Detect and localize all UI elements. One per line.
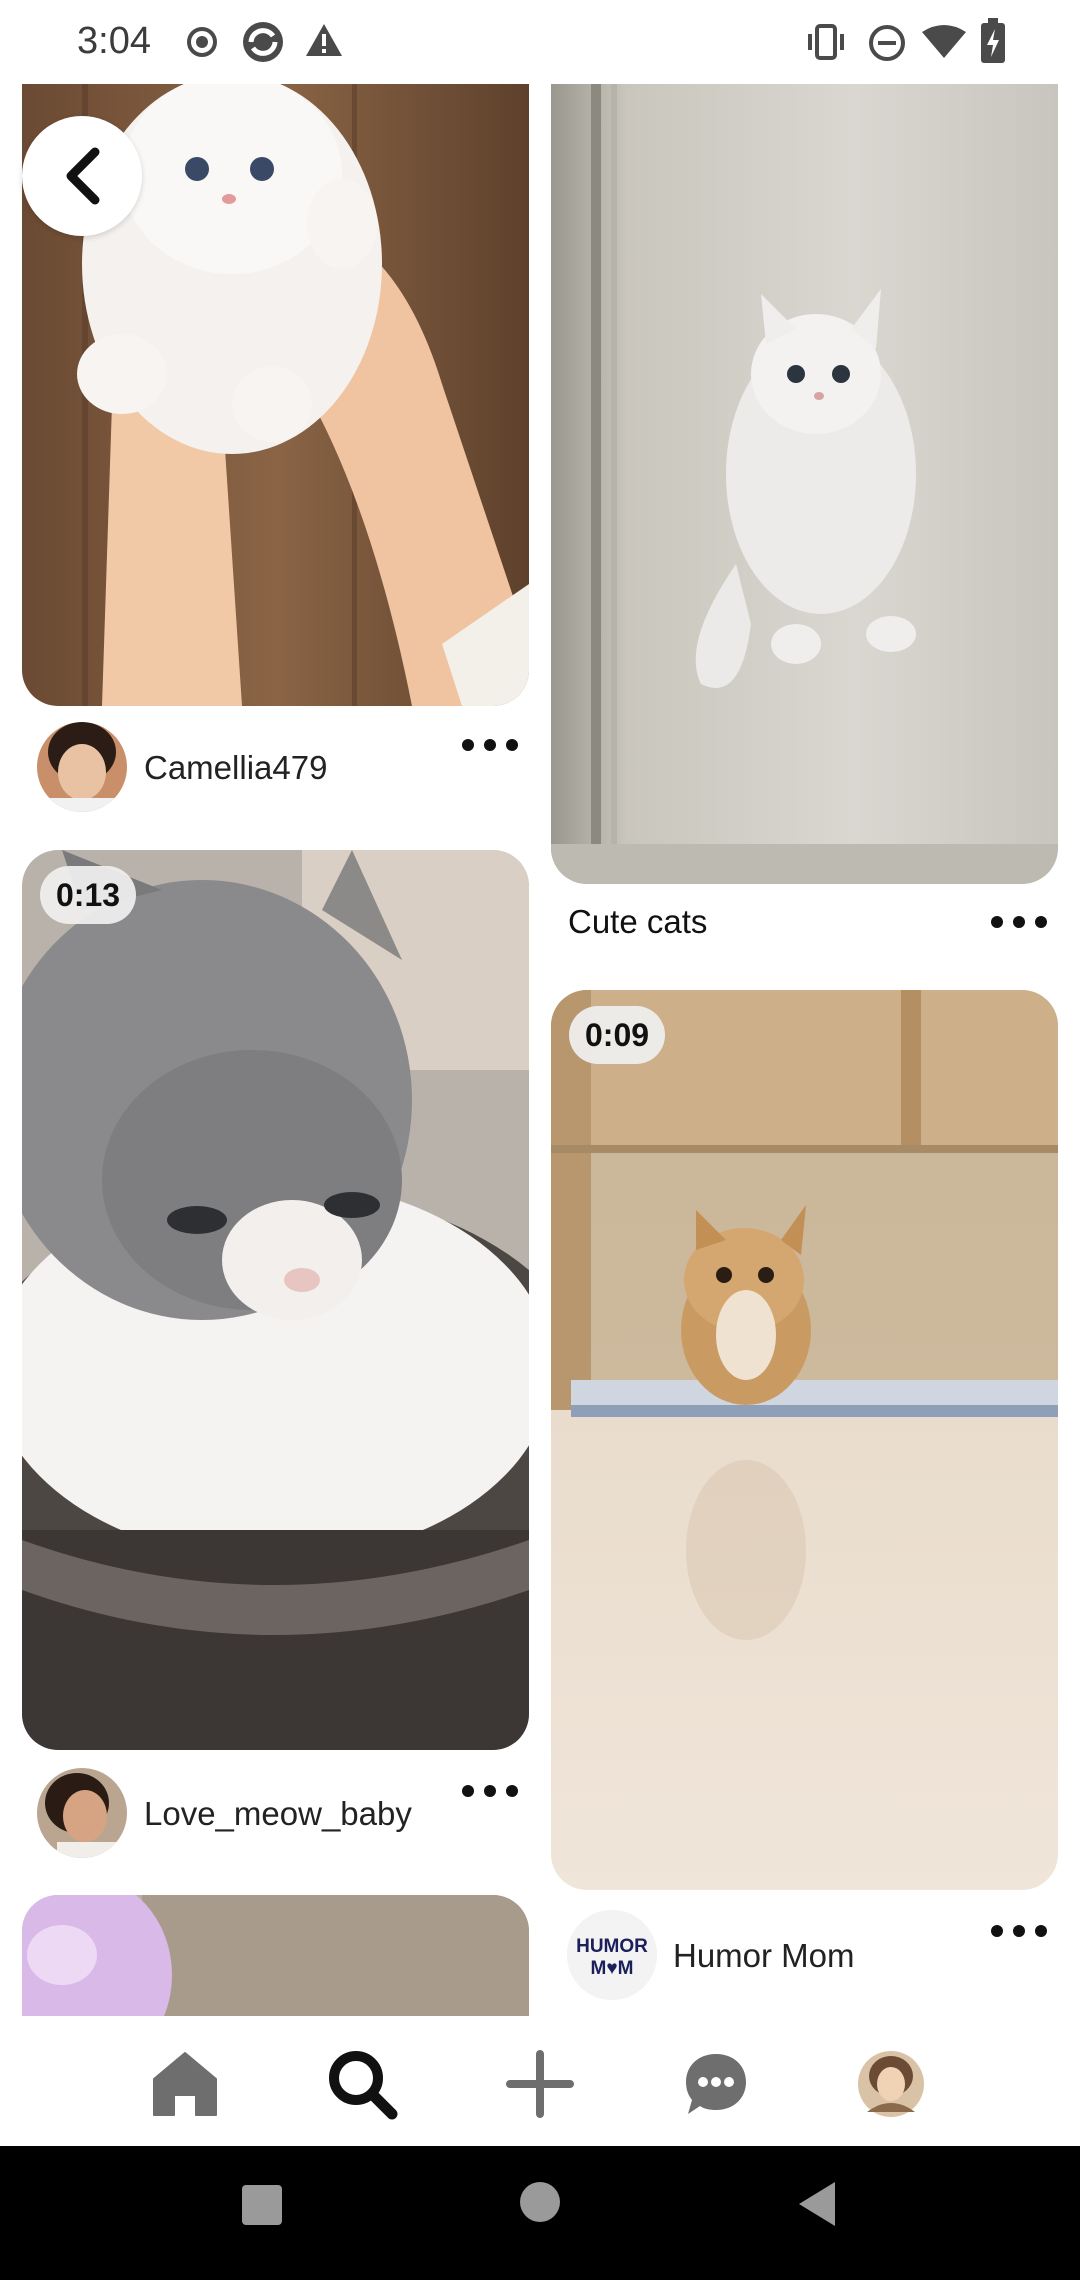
- humor-mom-logo: HUMOR M♥M: [567, 1910, 657, 2000]
- search-icon: [329, 2051, 398, 2120]
- status-time: 3:04: [77, 20, 151, 62]
- more-options-button[interactable]: [462, 1779, 518, 1803]
- avatar[interactable]: [37, 722, 127, 812]
- record-icon: [187, 27, 217, 57]
- svg-text:M♥M: M♥M: [591, 1958, 634, 1979]
- pin-author-name[interactable]: Camellia479: [144, 749, 327, 787]
- chat-bubble-icon: [686, 2054, 746, 2114]
- avatar: [858, 2051, 924, 2117]
- more-options-button[interactable]: [462, 733, 518, 757]
- plus-icon: [506, 2050, 574, 2118]
- chevron-left-icon: [66, 147, 100, 205]
- wifi-icon: [922, 25, 966, 58]
- video-duration-badge: 0:09: [569, 1006, 666, 1064]
- vibrate-icon: [808, 24, 844, 60]
- back-triangle-icon[interactable]: [795, 2180, 839, 2228]
- warning-icon: [306, 24, 342, 56]
- nav-search[interactable]: [322, 2044, 402, 2124]
- status-bar: 3:04: [0, 0, 1080, 84]
- home-icon: [153, 2052, 217, 2116]
- more-options-button[interactable]: [991, 910, 1047, 934]
- system-navigation-bar: [0, 2146, 1080, 2280]
- bottom-navigation-bar: [0, 2016, 1080, 2146]
- avatar[interactable]: [37, 1768, 127, 1858]
- do-not-disturb-icon: [869, 25, 905, 61]
- nav-create[interactable]: [500, 2044, 580, 2124]
- pin-author-name[interactable]: Love_meow_baby: [144, 1795, 412, 1833]
- back-button[interactable]: [22, 116, 142, 236]
- pin-video-kitten-drinking-milk[interactable]: [22, 850, 529, 1750]
- battery-charging-icon: [981, 18, 1005, 63]
- pin-author-name[interactable]: Humor Mom: [673, 1937, 855, 1975]
- pin-image-white-cat-jumping[interactable]: [551, 84, 1058, 884]
- home-circle-icon[interactable]: [518, 2180, 562, 2224]
- pin-video-kitten-on-floor[interactable]: [551, 990, 1058, 1890]
- svg-text:HUMOR: HUMOR: [576, 1936, 648, 1957]
- avatar[interactable]: HUMOR M♥M: [567, 1910, 657, 2000]
- nav-messages[interactable]: [676, 2044, 756, 2124]
- pin-title[interactable]: Cute cats: [568, 903, 707, 941]
- recents-icon[interactable]: [240, 2183, 284, 2227]
- video-duration-badge: 0:13: [40, 866, 137, 924]
- more-options-button[interactable]: [991, 1919, 1047, 1943]
- nav-profile[interactable]: [851, 2044, 931, 2124]
- sync-app-icon: [243, 22, 283, 62]
- nav-home[interactable]: [145, 2044, 225, 2124]
